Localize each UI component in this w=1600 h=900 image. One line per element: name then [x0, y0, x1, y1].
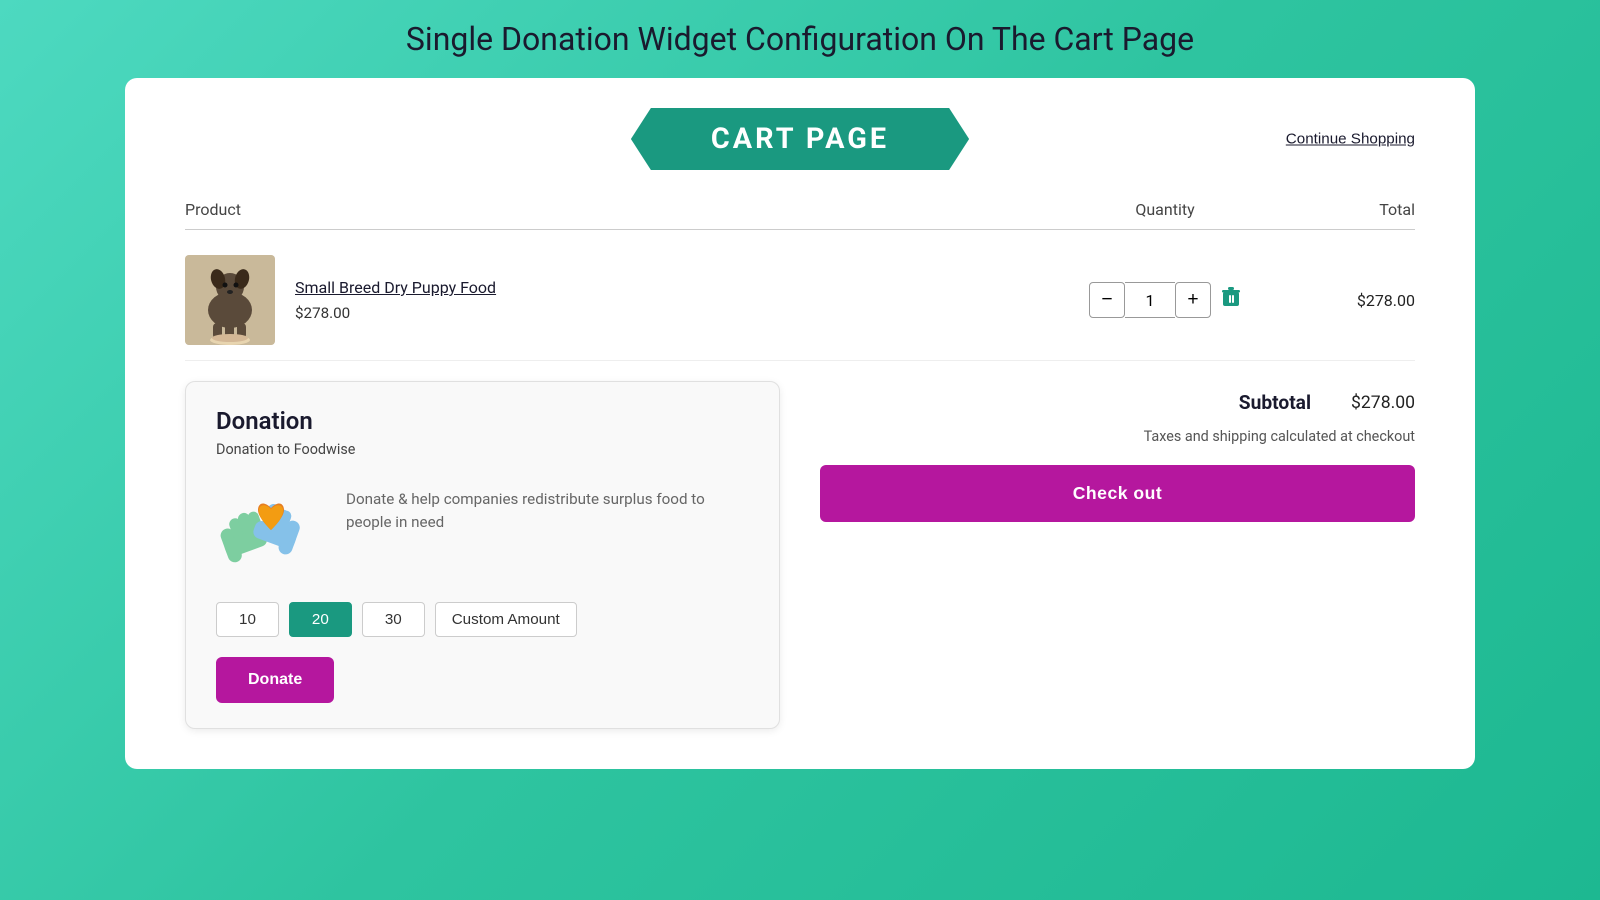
product-details: Small Breed Dry Puppy Food $278.00: [295, 278, 496, 322]
col-header-quantity: Quantity: [1065, 200, 1265, 219]
table-header: Product Quantity Total: [185, 190, 1415, 230]
product-name[interactable]: Small Breed Dry Puppy Food: [295, 278, 496, 297]
quantity-increase-button[interactable]: +: [1175, 282, 1211, 318]
donation-body: Donate & help companies redistribute sur…: [216, 478, 749, 582]
custom-amount-button[interactable]: Custom Amount: [435, 602, 577, 637]
donation-widget: Donation Donation to Foodwise: [185, 381, 780, 729]
amount-buttons: 10 20 30 Custom Amount: [216, 602, 749, 637]
quantity-value: 1: [1125, 282, 1175, 318]
subtotal-value: $278.00: [1351, 393, 1415, 413]
donate-button[interactable]: Donate: [216, 657, 334, 703]
amount-button-30[interactable]: 30: [362, 602, 425, 637]
amount-button-10[interactable]: 10: [216, 602, 279, 637]
amount-button-20[interactable]: 20: [289, 602, 352, 637]
bottom-section: Donation Donation to Foodwise: [185, 381, 1415, 729]
col-header-total: Total: [1265, 200, 1415, 219]
checkout-button[interactable]: Check out: [820, 465, 1415, 522]
product-info: Small Breed Dry Puppy Food $278.00: [185, 255, 1065, 345]
quantity-decrease-button[interactable]: −: [1089, 282, 1125, 318]
cart-banner: CART PAGE: [631, 108, 969, 170]
delete-button[interactable]: [1221, 286, 1241, 314]
cart-container: CART PAGE Continue Shopping Product Quan…: [125, 78, 1475, 769]
tax-note: Taxes and shipping calculated at checkou…: [820, 428, 1415, 445]
donation-description: Donate & help companies redistribute sur…: [346, 478, 749, 534]
continue-shopping-button[interactable]: Continue Shopping: [1286, 131, 1415, 148]
product-image: [185, 255, 275, 345]
donation-title: Donation: [216, 407, 749, 435]
product-price: $278.00: [295, 304, 350, 322]
subtotal-label: Subtotal: [1239, 391, 1311, 414]
col-header-product: Product: [185, 200, 1065, 219]
cart-header: CART PAGE Continue Shopping: [185, 108, 1415, 170]
subtotal-row: Subtotal $278.00: [820, 391, 1415, 414]
donation-icon: [216, 478, 326, 582]
checkout-section: Subtotal $278.00 Taxes and shipping calc…: [820, 381, 1415, 522]
donation-subtitle: Donation to Foodwise: [216, 441, 749, 458]
product-total: $278.00: [1265, 291, 1415, 310]
page-title: Single Donation Widget Configuration On …: [406, 20, 1194, 58]
product-row: Small Breed Dry Puppy Food $278.00 − 1 +…: [185, 240, 1415, 361]
quantity-control: − 1 +: [1065, 282, 1265, 318]
